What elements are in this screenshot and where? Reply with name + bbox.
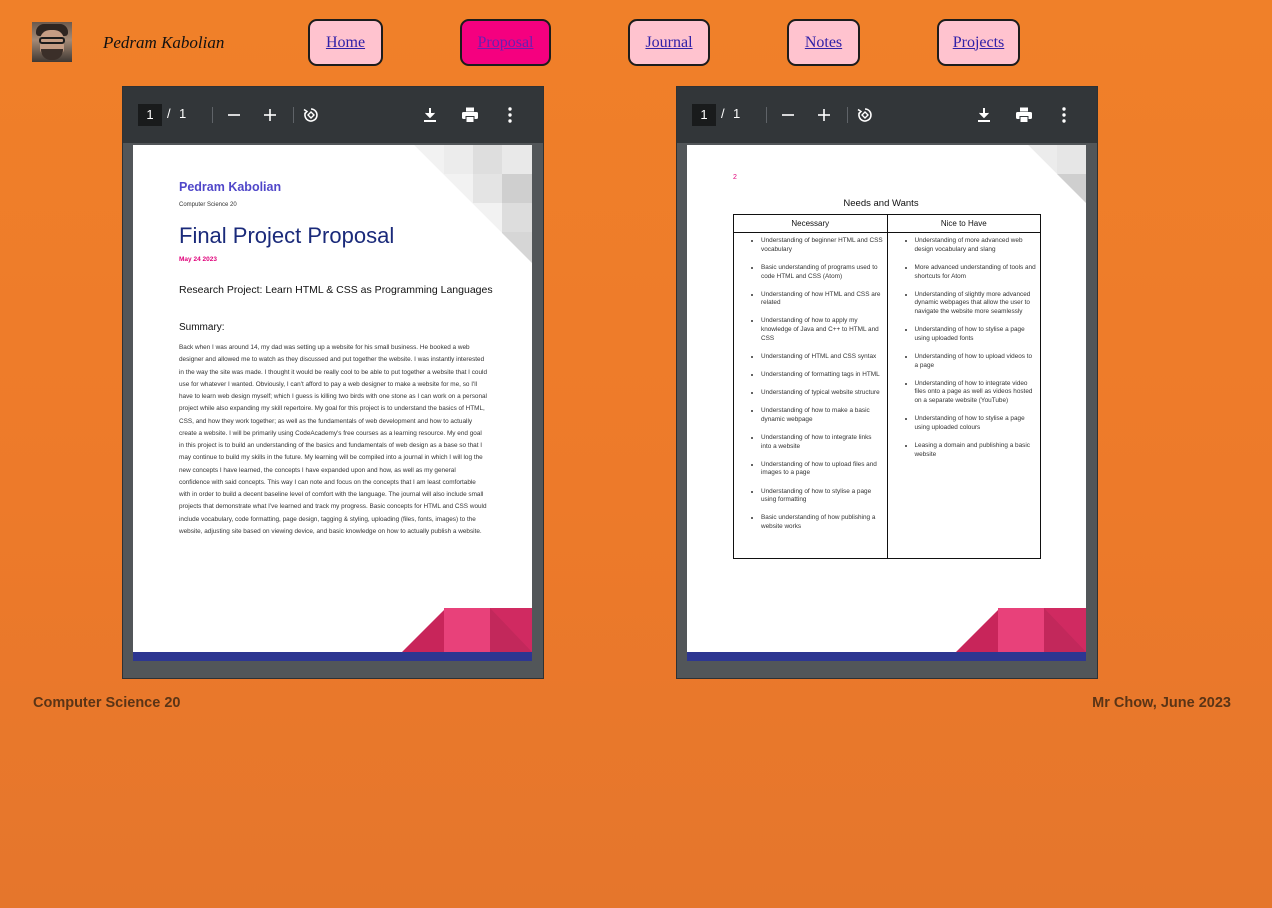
zoom-in-icon[interactable] xyxy=(258,103,282,127)
table-header-necessary: Necessary xyxy=(733,214,888,233)
profile-avatar xyxy=(32,22,72,62)
page-separator: / xyxy=(167,106,171,121)
zoom-in-icon[interactable] xyxy=(812,103,836,127)
list-item: Basic understanding of programs used to … xyxy=(761,264,887,281)
list-item: Understanding of how to stylise a page u… xyxy=(915,415,1041,432)
list-item: More advanced understanding of tools and… xyxy=(915,264,1041,281)
nice-to-have-list: Understanding of more advanced web desig… xyxy=(888,237,1041,459)
list-item: Understanding of HTML and CSS syntax xyxy=(761,353,887,362)
list-item: Understanding of slightly more advanced … xyxy=(915,291,1041,317)
zoom-out-icon[interactable] xyxy=(222,103,246,127)
footer-course: Computer Science 20 xyxy=(33,695,181,711)
footer-credit: Mr Chow, June 2023 xyxy=(1092,695,1231,711)
more-vert-icon[interactable] xyxy=(498,103,522,127)
page-separator: / xyxy=(721,106,725,121)
page-number-input[interactable]: 1 xyxy=(138,104,162,126)
doc-research-heading: Research Project: Learn HTML & CSS as Pr… xyxy=(179,284,493,296)
print-icon[interactable] xyxy=(1012,103,1036,127)
necessary-list: Understanding of beginner HTML and CSS v… xyxy=(734,237,887,532)
doc-title: Needs and Wants xyxy=(843,198,919,209)
download-icon[interactable] xyxy=(418,103,442,127)
pdf-page: Pedram Kabolian Computer Science 20 Fina… xyxy=(133,145,532,661)
list-item: Understanding of how to stylise a page u… xyxy=(915,326,1041,343)
rotate-icon[interactable] xyxy=(853,103,877,127)
toolbar-divider xyxy=(766,107,767,123)
print-icon[interactable] xyxy=(458,103,482,127)
more-vert-icon[interactable] xyxy=(1052,103,1076,127)
page-corner-decoration xyxy=(1028,145,1086,203)
nice-to-have-cell: Understanding of more advanced web desig… xyxy=(886,232,1041,559)
nav-proposal-button[interactable]: Proposal xyxy=(460,19,551,66)
pdf-viewer-needs-wants[interactable]: 1 / 1 2 Needs and Wants Necessary Nice t… xyxy=(676,86,1098,679)
list-item: Understanding of how to upload videos to… xyxy=(915,353,1041,370)
nav-home-button[interactable]: Home xyxy=(308,19,383,66)
table-header-nice-to-have: Nice to Have xyxy=(886,214,1041,233)
page-number-input[interactable]: 1 xyxy=(692,104,716,126)
list-item: Understanding of how to integrate links … xyxy=(761,434,887,451)
page-bottom-bar xyxy=(133,652,532,661)
list-item: Understanding of how to make a basic dyn… xyxy=(761,407,887,424)
page-corner-decoration xyxy=(402,608,532,652)
list-item: Understanding of how to integrate video … xyxy=(915,380,1041,406)
doc-date: May 24 2023 xyxy=(179,256,217,263)
list-item: Understanding of more advanced web desig… xyxy=(915,237,1041,254)
list-item: Basic understanding of how publishing a … xyxy=(761,514,887,531)
list-item: Understanding of how HTML and CSS are re… xyxy=(761,291,887,308)
doc-author: Pedram Kabolian xyxy=(179,180,282,194)
toolbar-divider xyxy=(847,107,848,123)
list-item: Understanding of how to apply my knowled… xyxy=(761,317,887,343)
page-corner-decoration xyxy=(956,608,1086,652)
page-bottom-bar xyxy=(687,652,1086,661)
zoom-out-icon[interactable] xyxy=(776,103,800,127)
needs-wants-table: Necessary Nice to Have Understanding of … xyxy=(733,214,1041,559)
list-item: Leasing a domain and publishing a basic … xyxy=(915,442,1041,459)
list-item: Understanding of beginner HTML and CSS v… xyxy=(761,237,887,254)
toolbar-divider xyxy=(293,107,294,123)
list-item: Understanding of typical website structu… xyxy=(761,389,887,398)
necessary-cell: Understanding of beginner HTML and CSS v… xyxy=(733,232,888,559)
doc-title: Final Project Proposal xyxy=(179,223,395,248)
page-total: 1 xyxy=(179,106,187,121)
site-name: Pedram Kabolian xyxy=(103,33,225,52)
nav-notes-button[interactable]: Notes xyxy=(787,19,860,66)
doc-course: Computer Science 20 xyxy=(179,202,237,208)
nav-journal-button[interactable]: Journal xyxy=(628,19,710,66)
doc-summary-heading: Summary: xyxy=(179,322,225,333)
page-total: 1 xyxy=(733,106,741,121)
list-item: Understanding of how to stylise a page u… xyxy=(761,488,887,505)
toolbar-divider xyxy=(212,107,213,123)
doc-summary-body: Back when I was around 14, my dad was se… xyxy=(179,344,488,535)
list-item: Understanding of formatting tags in HTML xyxy=(761,371,887,380)
list-item: Understanding of how to upload files and… xyxy=(761,461,887,478)
doc-page-number: 2 xyxy=(733,174,737,181)
nav-projects-button[interactable]: Projects xyxy=(937,19,1020,66)
page-corner-decoration xyxy=(414,145,532,263)
pdf-toolbar: 1 / 1 xyxy=(123,87,543,143)
pdf-page: 2 Needs and Wants Necessary Nice to Have… xyxy=(687,145,1086,661)
rotate-icon[interactable] xyxy=(299,103,323,127)
pdf-viewer-proposal[interactable]: 1 / 1 Pedram Kabolian Computer Science 2… xyxy=(122,86,544,679)
download-icon[interactable] xyxy=(972,103,996,127)
pdf-toolbar: 1 / 1 xyxy=(677,87,1097,143)
